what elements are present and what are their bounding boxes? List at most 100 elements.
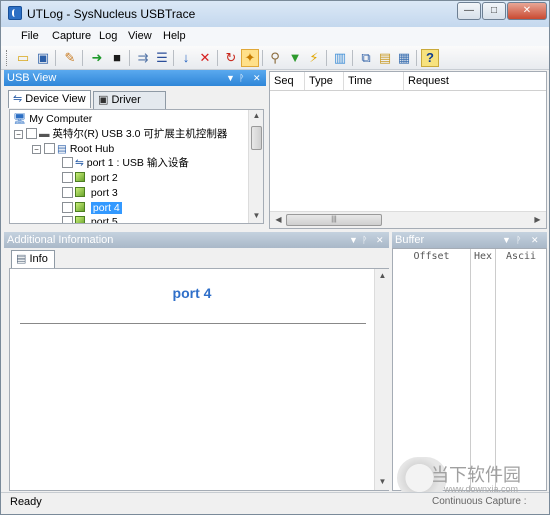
menu-file[interactable]: File [21,30,39,42]
port-checkbox[interactable] [62,172,73,183]
tree-node-label: 英特尔(R) USB 3.0 可扩展主机控制器 [52,128,228,140]
pane-close-icon[interactable]: ✕ [376,232,384,248]
list-icon[interactable]: ☰ [153,49,171,67]
tree-node-port-5[interactable]: port 5 [62,215,118,223]
scroll-down-icon[interactable]: ▼ [249,211,263,220]
minimize-button[interactable]: — [457,2,481,20]
collapse-icon[interactable]: − [32,145,41,154]
scroll-down-icon[interactable]: ▼ [375,477,390,486]
tab-device-view[interactable]: ⇋ Device View [8,90,91,108]
tab-device-view-label: Device View [25,93,86,105]
toolbar: ▭ ▣ ✎ ➜ ■ ⇉ ☰ ↓ ✕ ↻ ✦ ⚲ ▼ ⚡ ▥ ⧉ ▤ ▦ ? [1,46,549,70]
tree-scrollbar[interactable]: ▲ ▼ [248,110,263,223]
usb-devices-icon[interactable]: ⧉ [357,49,375,67]
port-icon [75,202,85,212]
tree-node-label: port 1 : USB 输入设备 [86,157,189,169]
find-icon[interactable]: ⚲ [266,49,284,67]
port-icon [75,216,85,223]
tree-node-root-hub[interactable]: ▤ Root Hub [44,142,114,156]
stop-capture-icon[interactable]: ■ [108,49,126,67]
driver-icon: ▣ [98,94,109,106]
column-seq[interactable]: Seq [270,72,305,90]
chart-icon[interactable]: ▥ [331,49,349,67]
toolbar-separator [82,50,83,66]
close-button[interactable]: ✕ [507,2,547,20]
computer-icon: 🖥 [13,113,27,125]
pin-icon[interactable]: ᚹ [516,232,521,248]
pane-close-icon[interactable]: ✕ [253,70,261,86]
info-tab-icon: ▤ [16,253,27,265]
start-capture-icon[interactable]: ➜ [88,49,106,67]
buffer-column-ascii[interactable]: Ascii [496,249,546,265]
filter-icon[interactable]: ▼ [286,49,304,67]
pane-dropdown-icon[interactable]: ▼ [349,232,358,248]
scroll-thumb[interactable]: ||| [286,214,382,226]
buffer-offset-column [393,265,471,490]
tree-node-port-2[interactable]: port 2 [62,171,118,185]
tab-driver-view[interactable]: ▣ Driver View [93,91,166,123]
info-scrollbar[interactable]: ▲ ▼ [374,269,389,490]
scroll-left-icon[interactable]: ◀ [271,215,286,224]
title-bar: UTLog - SysNucleus USBTrace — □ ✕ [1,1,549,27]
menu-capture[interactable]: Capture [52,30,91,42]
clear-icon[interactable]: ✕ [196,49,214,67]
menu-help[interactable]: Help [163,30,186,42]
column-request[interactable]: Request [404,72,546,90]
port-icon [75,187,85,197]
filter-list-icon[interactable]: ⇉ [134,49,152,67]
port-checkbox[interactable] [62,202,73,213]
export-icon[interactable]: ▦ [395,49,413,67]
header-divider [270,90,546,91]
pane-close-icon[interactable]: ✕ [531,232,539,248]
help-icon[interactable]: ? [421,49,439,67]
collapse-icon[interactable]: − [14,130,23,139]
tree-node-controller[interactable]: ▬ 英特尔(R) USB 3.0 可扩展主机控制器 [26,127,227,141]
trace-hscrollbar[interactable]: ◀ ||| ▶ [270,211,546,228]
toolbar-separator [262,50,263,66]
hub-icon: ▤ [57,143,67,155]
scroll-up-icon[interactable]: ▲ [375,271,390,280]
lightning-icon[interactable]: ⚡ [305,49,323,67]
tree-node-port-4[interactable]: port 4 [62,201,122,215]
scroll-thumb[interactable] [251,126,262,150]
buffer-column-offset[interactable]: Offset [393,249,471,265]
pin-icon[interactable]: ᚹ [362,232,367,248]
toolbar-grip[interactable] [6,50,9,66]
bulb-icon[interactable]: ✦ [241,49,259,67]
open-icon[interactable]: ▭ [14,49,32,67]
pane-dropdown-icon[interactable]: ▼ [502,232,511,248]
menu-log[interactable]: Log [99,30,117,42]
controller-icon: ▬ [39,128,50,140]
tree-node-port-3[interactable]: port 3 [62,186,118,200]
hub-checkbox[interactable] [44,143,55,154]
port-checkbox[interactable] [62,187,73,198]
usb-icon: ⇋ [13,93,23,105]
report-icon[interactable]: ▤ [376,49,394,67]
additional-info-title: Additional Information [7,234,114,246]
maximize-button[interactable]: □ [482,2,506,20]
scroll-down-icon[interactable]: ↓ [177,49,195,67]
app-icon [8,6,22,20]
port-checkbox[interactable] [62,216,73,223]
usb-view-title: USB View [7,72,57,84]
port-checkbox[interactable] [62,157,73,168]
column-time[interactable]: Time [344,72,404,90]
tree-node-port-1[interactable]: ⇋ port 1 : USB 输入设备 [62,156,189,170]
tree-node-label: port 2 [90,172,118,184]
tree-node-my-computer[interactable]: 🖥 My Computer [13,112,92,126]
usb-view-header: USB View ▼ ᚹ ✕ [4,70,266,86]
tab-info[interactable]: ▤ Info [11,250,55,268]
pane-dropdown-icon[interactable]: ▼ [226,70,235,86]
menu-view[interactable]: View [128,30,152,42]
buffer-header: Buffer ▼ ᚹ ✕ [392,232,547,248]
controller-checkbox[interactable] [26,128,37,139]
scroll-right-icon[interactable]: ▶ [530,215,545,224]
edit-icon[interactable]: ✎ [61,49,79,67]
pin-icon[interactable]: ᚹ [239,70,244,86]
scroll-up-icon[interactable]: ▲ [249,111,263,120]
info-divider [20,323,366,324]
buffer-column-hex[interactable]: Hex [471,249,496,265]
refresh-icon[interactable]: ↻ [222,49,240,67]
column-type[interactable]: Type [305,72,344,90]
save-icon[interactable]: ▣ [34,49,52,67]
